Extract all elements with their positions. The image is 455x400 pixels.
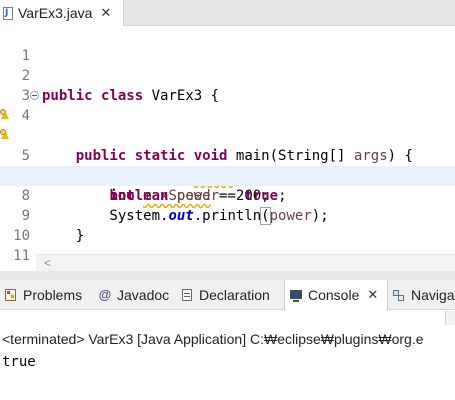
editor-tab-varex3[interactable]: J VarEx3.java ✕ bbox=[0, 0, 124, 26]
close-icon[interactable]: ✕ bbox=[100, 5, 111, 21]
tab-javadoc[interactable]: @ Javadoc bbox=[98, 280, 170, 310]
code-line[interactable]: 4 public static void main(String[] args)… bbox=[0, 86, 455, 164]
close-icon[interactable]: ✕ bbox=[367, 287, 378, 303]
code-editor[interactable]: 1 2 public class VarEx3 { 3 4 public sta… bbox=[0, 26, 455, 284]
java-file-icon: J bbox=[3, 6, 13, 20]
console-output: true bbox=[2, 354, 36, 370]
collapse-fold-icon[interactable] bbox=[30, 91, 39, 100]
problems-icon bbox=[4, 288, 18, 302]
horizontal-scrollbar[interactable]: < bbox=[36, 254, 455, 271]
console-toolbar-edge bbox=[445, 311, 455, 325]
code-line[interactable]: 10 bbox=[0, 206, 455, 244]
warning-marker-icon[interactable] bbox=[0, 129, 9, 143]
navigator-icon bbox=[392, 288, 406, 302]
code-line[interactable]: 11 } bbox=[0, 226, 455, 284]
tab-navigator-label: Naviga bbox=[411, 287, 455, 303]
javadoc-icon: @ bbox=[98, 287, 112, 302]
tab-problems-label: Problems bbox=[23, 287, 83, 303]
code-line[interactable]: 7 boolean power = true; bbox=[0, 146, 455, 204]
code-line[interactable]: 5 final int score = 100; bbox=[0, 106, 455, 184]
sash-divider[interactable] bbox=[0, 271, 455, 280]
console-view[interactable]: <terminated> VarEx3 [Java Application] C… bbox=[0, 311, 455, 400]
code-line-current[interactable]: 8 System.out.println(power); bbox=[0, 166, 455, 225]
tab-navigator[interactable]: Naviga bbox=[392, 280, 455, 310]
editor-tab-bar: J VarEx3.java ✕ bbox=[0, 0, 455, 26]
code-line[interactable]: 2 public class VarEx3 { bbox=[0, 46, 455, 104]
tab-console[interactable]: Console ✕ bbox=[284, 280, 388, 310]
console-status: <terminated> VarEx3 [Java Application] C… bbox=[2, 331, 424, 347]
code-line[interactable]: 9 } bbox=[0, 186, 455, 244]
editor-tab-label: VarEx3.java bbox=[18, 5, 93, 21]
tab-javadoc-label: Javadoc bbox=[117, 287, 170, 303]
code-line[interactable]: 3 bbox=[0, 66, 455, 104]
tab-problems[interactable]: Problems bbox=[4, 280, 82, 310]
tab-declaration-label: Declaration bbox=[199, 287, 270, 303]
console-icon bbox=[289, 288, 303, 302]
scroll-left-arrow-icon[interactable]: < bbox=[44, 256, 51, 270]
tab-declaration[interactable]: Declaration bbox=[180, 280, 270, 310]
code-line[interactable]: 6 int maxSpeed = 200; bbox=[0, 126, 455, 204]
warning-marker-icon[interactable] bbox=[0, 109, 9, 123]
view-tab-bar: Problems @ Javadoc Declaration Console ✕… bbox=[0, 280, 455, 310]
tab-console-label: Console bbox=[308, 287, 360, 303]
code-line[interactable]: 1 bbox=[0, 26, 455, 64]
declaration-icon bbox=[180, 288, 194, 302]
line-number: 11 bbox=[13, 248, 30, 264]
